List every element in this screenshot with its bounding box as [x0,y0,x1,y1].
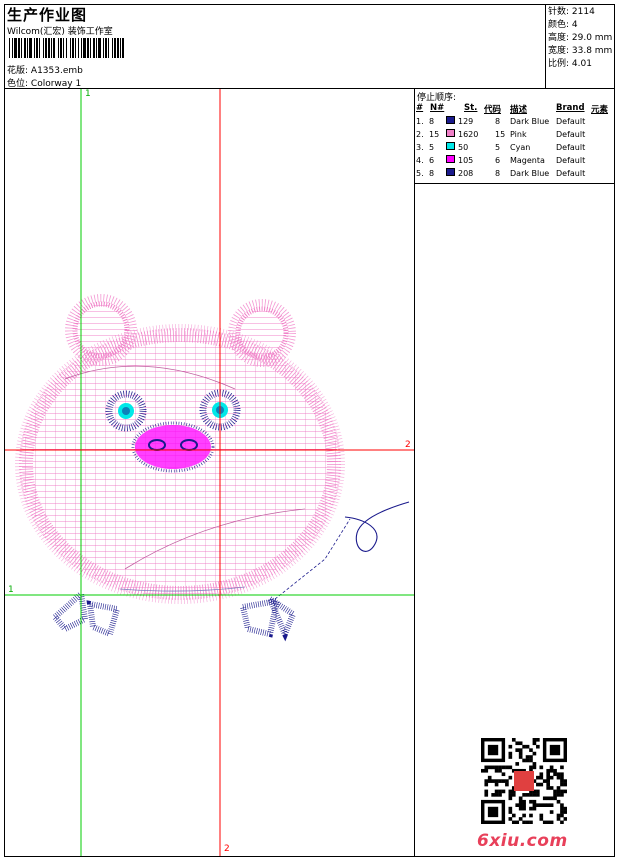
guide-label-h1: 1 [8,585,14,595]
row-stitches: 1620 [458,130,479,139]
stats-panel: 针数: 2114 颜色: 4 高度: 29.0 mm 宽度: 33.8 mm 比… [546,5,614,89]
design-canvas: 1 2 1 2 [5,89,415,856]
row-desc: Pink [510,130,527,139]
design-height: 高度: 29.0 mm [548,33,613,43]
table-row: 1. 8 129 8 Dark Blue Default [415,115,614,128]
file-line: 花版: A1353.emb [7,63,83,76]
row-stitches: 50 [458,143,469,152]
color-swatch [446,142,455,150]
color-swatch [446,129,455,137]
col-header-brand: Brand [556,103,585,113]
design-scale: 比例: 4.01 [548,59,592,69]
row-code: 8 [495,117,501,126]
row-needle: 6 [429,156,435,165]
colorway-label: 色位: [7,79,29,89]
embroidery-preview [5,89,414,856]
row-index: 5. [416,169,424,178]
row-desc: Dark Blue [510,117,550,126]
row-needle: 8 [429,169,435,178]
row-code: 8 [495,169,501,178]
page-title: 生产作业图 [7,6,88,24]
header-panel: 生产作业图 Wilcom(汇宏) 装饰工作室 花版: A1353.emb 色位:… [5,5,546,89]
watermark-logo: 6xiu.com [477,831,568,851]
table-row: 4. 6 105 6 Magenta Default [415,154,614,167]
row-code: 6 [495,156,501,165]
stop-sequence-title: 停止顺序: [417,93,457,103]
pig-tail [344,501,410,552]
colorway-value: Colorway 1 [30,79,82,89]
table-row: 5. 8 208 8 Dark Blue Default [415,167,614,180]
file-name: A1353.emb [30,66,83,76]
guide-label-h2: 2 [405,440,411,450]
color-swatch [446,155,455,163]
row-needle: 5 [429,143,435,152]
row-brand: Default [556,117,586,126]
color-swatch [446,116,455,124]
row-desc: Magenta [510,156,545,165]
table-row: 2. 15 1620 15 Pink Default [415,128,614,141]
row-index: 1. [416,117,424,126]
row-brand: Default [556,156,586,165]
col-header-desc: 描述 [510,105,528,115]
color-swatch [446,168,455,176]
guide-label-v2: 2 [224,844,230,854]
pig-right-feet [239,591,297,642]
row-brand: Default [556,169,586,178]
company-name: Wilcom(汇宏) 装饰工作室 [7,27,113,37]
col-header-element: 元素 [591,105,609,115]
qr-code [481,738,567,824]
row-stitches: 129 [458,117,474,126]
row-index: 4. [416,156,424,165]
row-desc: Cyan [510,143,531,152]
stitch-count: 针数: 2114 [548,7,595,17]
row-brand: Default [556,143,586,152]
row-index: 3. [416,143,424,152]
row-stitches: 208 [458,169,474,178]
pig-left-feet [50,588,121,639]
row-index: 2. [416,130,424,139]
row-desc: Dark Blue [510,169,550,178]
barcode [9,38,124,58]
stop-sequence-panel: 停止顺序: # N# St. 代码 描述 Brand 元素 1. 8 129 8 Dar… [415,89,614,184]
production-sheet: 生产作业图 Wilcom(汇宏) 装饰工作室 花版: A1353.emb 色位:… [4,4,615,857]
row-stitches: 105 [458,156,474,165]
row-code: 15 [495,130,506,139]
row-needle: 8 [429,117,435,126]
colorway-line: 色位: Colorway 1 [7,76,81,89]
col-header-code: 代码 [484,105,502,115]
col-header-index: # [416,103,424,113]
col-header-stitches: St. [464,103,478,113]
design-width: 宽度: 33.8 mm [548,46,613,56]
guide-label-v1: 1 [85,89,91,99]
row-brand: Default [556,130,586,139]
file-label: 花版: [7,66,29,76]
row-needle: 15 [429,130,440,139]
row-code: 5 [495,143,501,152]
col-header-needle: N# [430,103,445,113]
color-count: 颜色: 4 [548,20,578,30]
table-row: 3. 5 50 5 Cyan Default [415,141,614,154]
